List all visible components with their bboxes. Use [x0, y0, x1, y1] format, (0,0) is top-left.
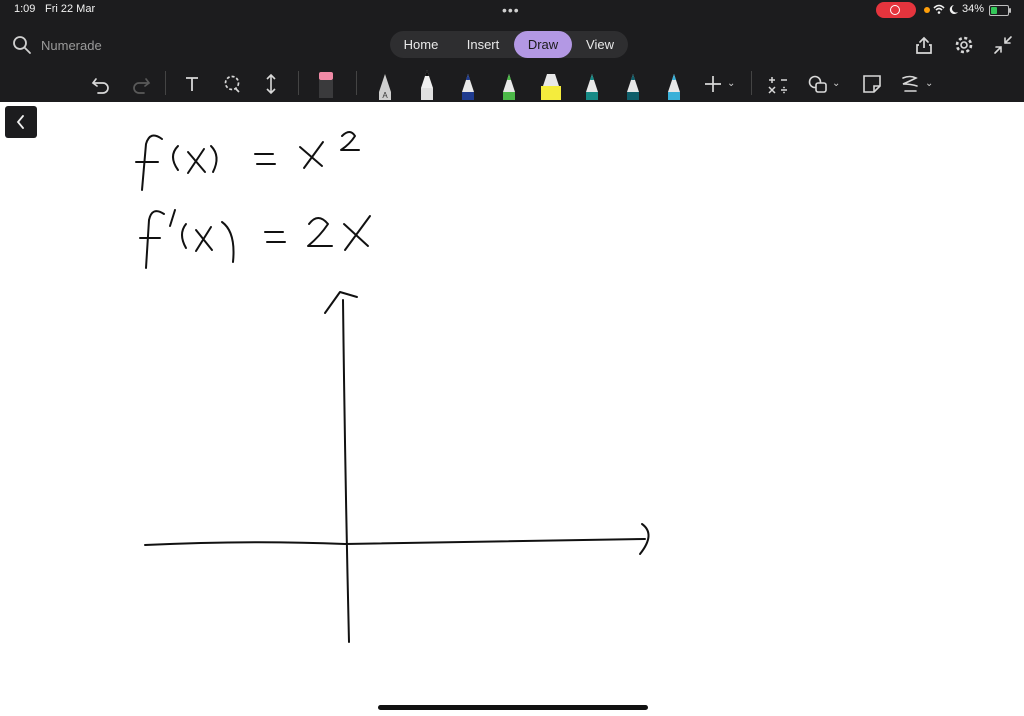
pen-green-icon[interactable] [499, 70, 519, 100]
add-space-icon[interactable] [261, 71, 281, 97]
shapes-icon[interactable] [807, 71, 829, 97]
undo-icon[interactable] [90, 71, 112, 97]
wifi-moon-icon [932, 3, 960, 18]
share-icon[interactable] [913, 34, 935, 56]
redo-icon[interactable] [130, 71, 152, 97]
ink-to-text-icon[interactable] [900, 71, 920, 97]
math-icon[interactable] [767, 71, 789, 97]
home-indicator[interactable] [378, 705, 648, 710]
handwriting-line-1 [135, 131, 360, 191]
top-bar: 1:09 Fri 22 Mar ••• 34% Numerade Home In… [0, 0, 1024, 102]
collapse-icon[interactable] [992, 34, 1014, 56]
tab-draw[interactable]: Draw [514, 31, 572, 58]
drawing-canvas[interactable] [0, 102, 1024, 716]
status-time: 1:09 [14, 3, 36, 15]
battery-percentage: 34% [962, 3, 985, 15]
tab-home[interactable]: Home [392, 31, 450, 58]
pen-black-icon[interactable] [417, 68, 437, 100]
lasso-icon[interactable] [221, 71, 243, 97]
chevron-down-icon[interactable]: ⌄ [727, 78, 735, 89]
status-date: Fri 22 Mar [45, 3, 96, 15]
pen-teal-icon[interactable] [582, 70, 602, 100]
chevron-down-icon[interactable]: ⌄ [925, 78, 933, 89]
ribbon-tabs: Home Insert Draw View [390, 31, 628, 58]
battery-icon [989, 5, 1011, 16]
toolbar-divider [298, 71, 299, 95]
svg-text:A: A [382, 91, 388, 100]
highlighter-yellow-icon[interactable] [538, 70, 564, 100]
add-pen-icon[interactable] [703, 71, 723, 97]
tab-view[interactable]: View [574, 31, 626, 58]
search-icon[interactable] [12, 35, 32, 55]
handwriting-line-2 [139, 209, 371, 269]
tab-insert[interactable]: Insert [452, 31, 514, 58]
pen-A-icon[interactable]: A [375, 70, 395, 100]
pen-navy-icon[interactable] [458, 70, 478, 100]
sticky-note-icon[interactable] [861, 71, 883, 97]
mic-indicator-icon [924, 7, 930, 13]
chevron-down-icon[interactable]: ⌄ [832, 78, 840, 89]
multitasking-dots-icon[interactable]: ••• [502, 2, 520, 18]
pen-cyan-icon[interactable] [664, 70, 684, 100]
text-tool-icon[interactable] [182, 71, 202, 97]
toolbar-divider [751, 71, 752, 95]
pen-dark-teal-icon[interactable] [623, 70, 643, 100]
screen-record-icon[interactable] [876, 2, 916, 18]
hand-drawn-axes [144, 291, 650, 643]
eraser-icon[interactable] [316, 70, 336, 100]
settings-gear-icon[interactable] [953, 34, 975, 56]
search-notebook-label[interactable]: Numerade [41, 38, 102, 53]
toolbar-divider [356, 71, 357, 95]
toolbar-divider [165, 71, 166, 95]
